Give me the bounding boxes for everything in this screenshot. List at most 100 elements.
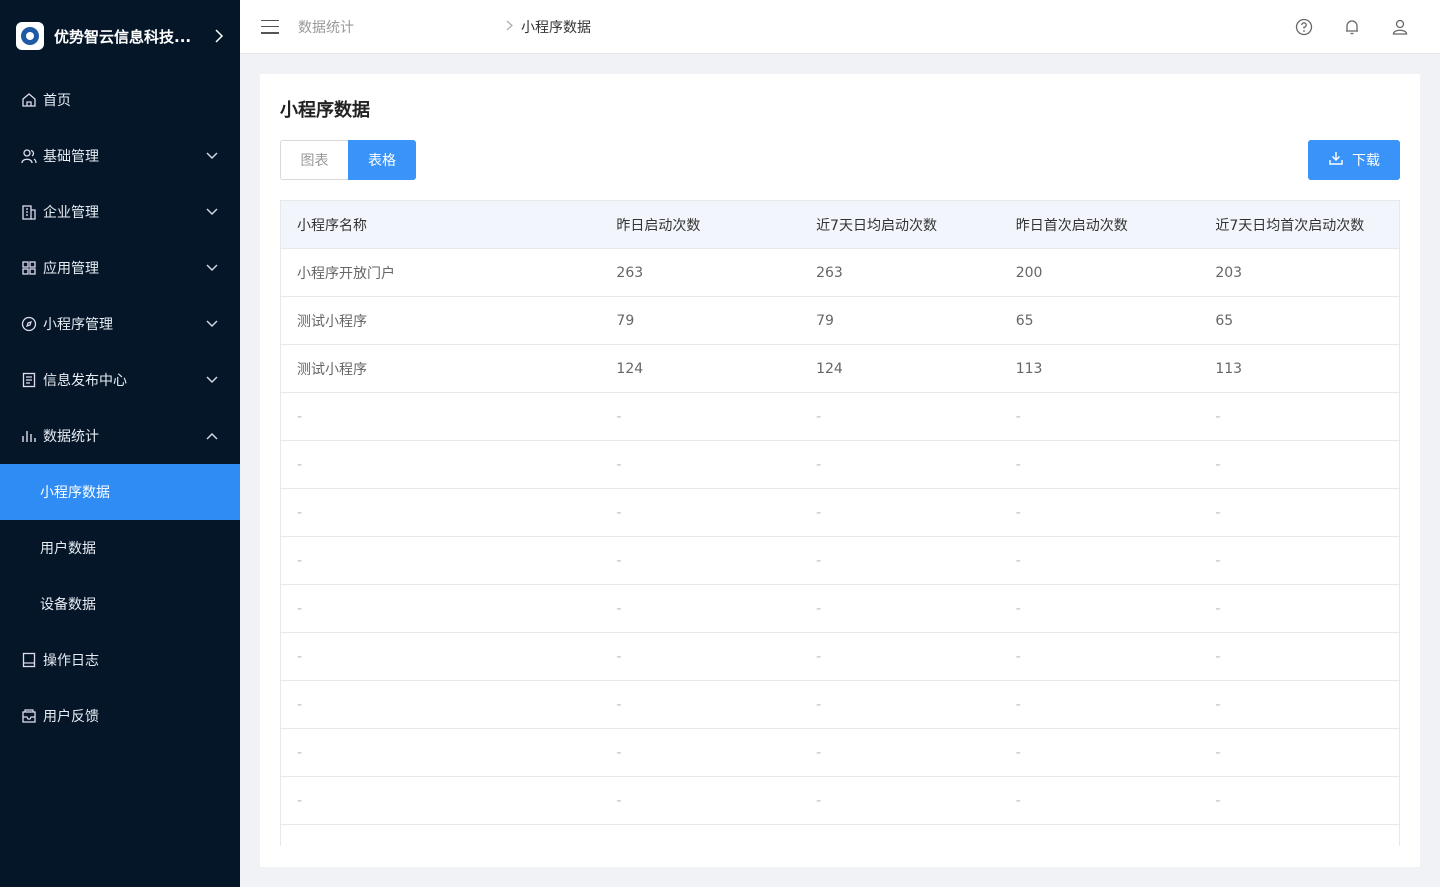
sidebar-item-basic-management[interactable]: 基础管理 (0, 128, 240, 184)
table-row: - - - - - (281, 729, 1399, 777)
bell-icon[interactable] (1342, 17, 1362, 37)
table-cell: - (1215, 456, 1221, 473)
sidebar-subitem-miniprogram-data[interactable]: 小程序数据 (0, 464, 240, 520)
breadcrumb-item[interactable]: 数据统计 (298, 17, 498, 37)
grid-icon (20, 259, 38, 277)
table-cell: 203 (1215, 264, 1243, 281)
table-cell: - (1215, 792, 1221, 809)
table-cell: - (1015, 456, 1021, 473)
table-cell: - (297, 456, 303, 473)
download-button[interactable]: 下载 (1308, 140, 1400, 180)
table-cell: - (297, 696, 303, 713)
sidebar-subitem-user-data[interactable]: 用户数据 (0, 520, 240, 576)
sidebar-item-label: 用户反馈 (43, 709, 99, 725)
table-cell: - (297, 648, 303, 665)
sidebar-item-label: 用户数据 (40, 541, 96, 557)
menu-toggle-icon[interactable] (261, 19, 279, 34)
table-cell: - (616, 408, 622, 425)
column-header: 昨日首次启动次数 (1015, 217, 1128, 234)
table-cell: 113 (1015, 360, 1043, 377)
table-cell: - (1015, 744, 1021, 761)
sidebar-item-label: 信息发布中心 (43, 373, 127, 389)
sidebar-item-label: 企业管理 (43, 205, 99, 221)
table-row: - - - - - (281, 537, 1399, 585)
data-table: 小程序名称 昨日启动次数 近7天日均启动次数 昨日首次启动次数 近7天日均首次启… (280, 200, 1400, 846)
sidebar-item-label: 应用管理 (43, 261, 99, 277)
table-cell: 测试小程序 (297, 313, 367, 330)
breadcrumb: 数据统计 小程序数据 (298, 17, 721, 37)
table-cell: - (816, 696, 822, 713)
tab-chart[interactable]: 图表 (280, 140, 348, 180)
tab-table[interactable]: 表格 (348, 140, 416, 180)
table-cell: - (1215, 504, 1221, 521)
help-icon[interactable] (1294, 17, 1314, 37)
table-cell: 200 (1015, 264, 1043, 281)
table-cell: - (616, 792, 622, 809)
top-actions (1294, 0, 1410, 54)
table-cell: - (816, 792, 822, 809)
table-cell: - (816, 600, 822, 617)
table-row: 测试小程序 79 79 65 65 (281, 297, 1399, 345)
table-cell: - (1215, 600, 1221, 617)
table-cell: - (297, 408, 303, 425)
table-cell: - (297, 504, 303, 521)
column-header: 近7天日均首次启动次数 (1215, 217, 1365, 234)
users-icon (20, 147, 38, 165)
table-row: - - - - - (281, 441, 1399, 489)
sidebar-item-user-feedback[interactable]: 用户反馈 (0, 688, 240, 744)
table-cell: - (297, 600, 303, 617)
brand-switcher[interactable]: 优势智云信息科技... (0, 0, 240, 72)
download-icon (1328, 150, 1344, 170)
page-title: 小程序数据 (280, 100, 370, 121)
table-cell: - (1015, 552, 1021, 569)
column-header: 近7天日均启动次数 (816, 217, 937, 234)
table-cell: - (616, 552, 622, 569)
sidebar-item-label: 基础管理 (43, 149, 99, 165)
column-header: 昨日启动次数 (616, 217, 701, 234)
table-cell: 小程序开放门户 (297, 265, 395, 282)
table-cell: - (1015, 504, 1021, 521)
sidebar-item-home[interactable]: 首页 (0, 72, 240, 128)
sidebar-subitem-device-data[interactable]: 设备数据 (0, 576, 240, 632)
table-cell: - (816, 744, 822, 761)
sidebar-item-statistics[interactable]: 数据统计 (0, 408, 240, 464)
chevron-down-icon (204, 372, 220, 388)
table-cell: 113 (1215, 360, 1243, 377)
table-cell: - (616, 600, 622, 617)
table-cell: - (1015, 600, 1021, 617)
table-header: 小程序名称 昨日启动次数 近7天日均启动次数 昨日首次启动次数 近7天日均首次启… (281, 201, 1399, 249)
table-cell: 79 (816, 312, 834, 329)
sidebar-item-miniprogram-management[interactable]: 小程序管理 (0, 296, 240, 352)
sidebar-item-app-management[interactable]: 应用管理 (0, 240, 240, 296)
user-icon[interactable] (1390, 17, 1410, 37)
table-cell: 79 (616, 312, 635, 329)
table-cell: 测试小程序 (297, 361, 367, 378)
table-cell: - (1015, 696, 1021, 713)
sidebar-item-operation-log[interactable]: 操作日志 (0, 632, 240, 688)
table-cell: - (616, 648, 622, 665)
book-icon (20, 651, 38, 669)
sidebar-item-info-publish[interactable]: 信息发布中心 (0, 352, 240, 408)
column-header: 小程序名称 (297, 217, 367, 234)
brand-name: 优势智云信息科技... (54, 27, 192, 46)
table-row: 测试小程序 124 124 113 113 (281, 345, 1399, 393)
table-cell: - (816, 648, 822, 665)
table-cell: - (816, 504, 822, 521)
table-cell: - (616, 504, 622, 521)
chevron-right-icon (204, 29, 224, 43)
view-switcher: 图表 表格 (280, 140, 416, 180)
breadcrumb-current: 小程序数据 (521, 19, 591, 36)
sidebar: 优势智云信息科技... 首页 基础管理 企业管理 应用管理 小程序管理 信息发布… (0, 0, 240, 887)
sidebar-item-enterprise-management[interactable]: 企业管理 (0, 184, 240, 240)
table-cell: - (1215, 696, 1221, 713)
table-cell: - (816, 552, 822, 569)
table-cell: - (1215, 408, 1221, 425)
sidebar-item-label: 小程序管理 (43, 317, 113, 333)
table-cell: 65 (1215, 312, 1234, 329)
home-icon (20, 91, 38, 109)
bar-chart-icon (20, 427, 38, 445)
compass-icon (20, 315, 38, 333)
document-icon (20, 371, 38, 389)
top-bar: 数据统计 小程序数据 (240, 0, 1440, 54)
sidebar-item-label: 数据统计 (43, 429, 99, 445)
